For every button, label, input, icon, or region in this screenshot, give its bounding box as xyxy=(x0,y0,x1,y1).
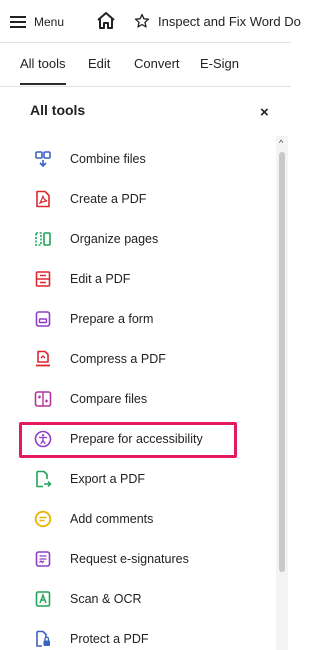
tool-label: Export a PDF xyxy=(70,472,146,486)
tool-add-comments[interactable]: Add comments xyxy=(34,508,153,530)
tool-list: Combine files Create a PDF Organize page… xyxy=(0,138,270,650)
tool-label: Prepare a form xyxy=(70,312,154,326)
home-button[interactable] xyxy=(95,10,117,32)
menu-label: Menu xyxy=(34,15,65,29)
tool-label: Request e-signatures xyxy=(70,552,189,566)
tool-label: Compress a PDF xyxy=(70,352,166,366)
tool-tabs: All tools Edit Convert E-Sign xyxy=(0,42,291,87)
tool-prepare-form[interactable]: Prepare a form xyxy=(34,308,153,330)
tool-label: Protect a PDF xyxy=(70,632,149,646)
panel-title: All tools xyxy=(30,102,86,118)
compress-pdf-icon xyxy=(36,350,50,367)
tool-label: Create a PDF xyxy=(70,192,147,206)
tool-compress-pdf[interactable]: Compress a PDF xyxy=(34,348,166,370)
tool-edit-pdf[interactable]: Edit a PDF xyxy=(34,268,130,290)
document-tab[interactable]: Inspect and Fix Word Do xyxy=(134,10,301,32)
accessibility-icon xyxy=(34,430,52,448)
menu-button[interactable]: Menu xyxy=(10,12,64,32)
star-icon[interactable] xyxy=(134,13,150,29)
tab-e-sign[interactable]: E-Sign xyxy=(200,56,239,71)
combine-files-icon xyxy=(35,151,51,168)
top-bar: Menu Inspect and Fix Word Do xyxy=(0,0,301,43)
tab-convert[interactable]: Convert xyxy=(134,56,180,71)
prepare-form-icon xyxy=(35,311,51,327)
tool-label: Prepare for accessibility xyxy=(70,432,203,446)
home-icon xyxy=(97,12,115,29)
hamburger-icon xyxy=(10,16,26,28)
tool-label: Scan & OCR xyxy=(70,592,142,606)
protect-pdf-icon xyxy=(36,630,50,647)
tool-label: Combine files xyxy=(70,152,146,166)
tool-organize-pages[interactable]: Organize pages xyxy=(34,228,158,250)
tab-edit[interactable]: Edit xyxy=(88,56,110,71)
compare-files-icon xyxy=(34,391,52,407)
tab-all-tools[interactable]: All tools xyxy=(20,56,66,85)
close-icon[interactable]: × xyxy=(260,105,269,121)
document-title: Inspect and Fix Word Do xyxy=(158,13,301,29)
scroll-up-arrow-icon[interactable]: ^ xyxy=(279,138,283,148)
add-comments-icon xyxy=(34,510,52,528)
scan-ocr-icon xyxy=(35,591,51,607)
tool-export-pdf[interactable]: Export a PDF xyxy=(34,468,145,490)
tool-label: Organize pages xyxy=(70,232,159,246)
tool-compare-files[interactable]: Compare files xyxy=(34,388,147,410)
export-pdf-icon xyxy=(36,470,52,488)
organize-pages-icon xyxy=(35,232,51,246)
tool-scan-ocr[interactable]: Scan & OCR xyxy=(34,588,142,610)
edit-pdf-icon xyxy=(35,271,51,287)
tool-combine-files[interactable]: Combine files xyxy=(34,148,146,170)
tool-request-esignatures[interactable]: Request e-signatures xyxy=(34,548,189,570)
tool-label: Compare files xyxy=(70,392,148,406)
tool-label: Add comments xyxy=(70,512,154,526)
request-esignatures-icon xyxy=(35,551,51,567)
tool-label: Edit a PDF xyxy=(70,272,131,286)
create-pdf-icon xyxy=(36,190,50,208)
tool-protect-pdf[interactable]: Protect a PDF xyxy=(34,628,149,650)
tool-create-pdf[interactable]: Create a PDF xyxy=(34,188,146,210)
scrollbar-thumb[interactable] xyxy=(279,152,285,572)
tool-prepare-accessibility[interactable]: Prepare for accessibility xyxy=(34,428,203,450)
